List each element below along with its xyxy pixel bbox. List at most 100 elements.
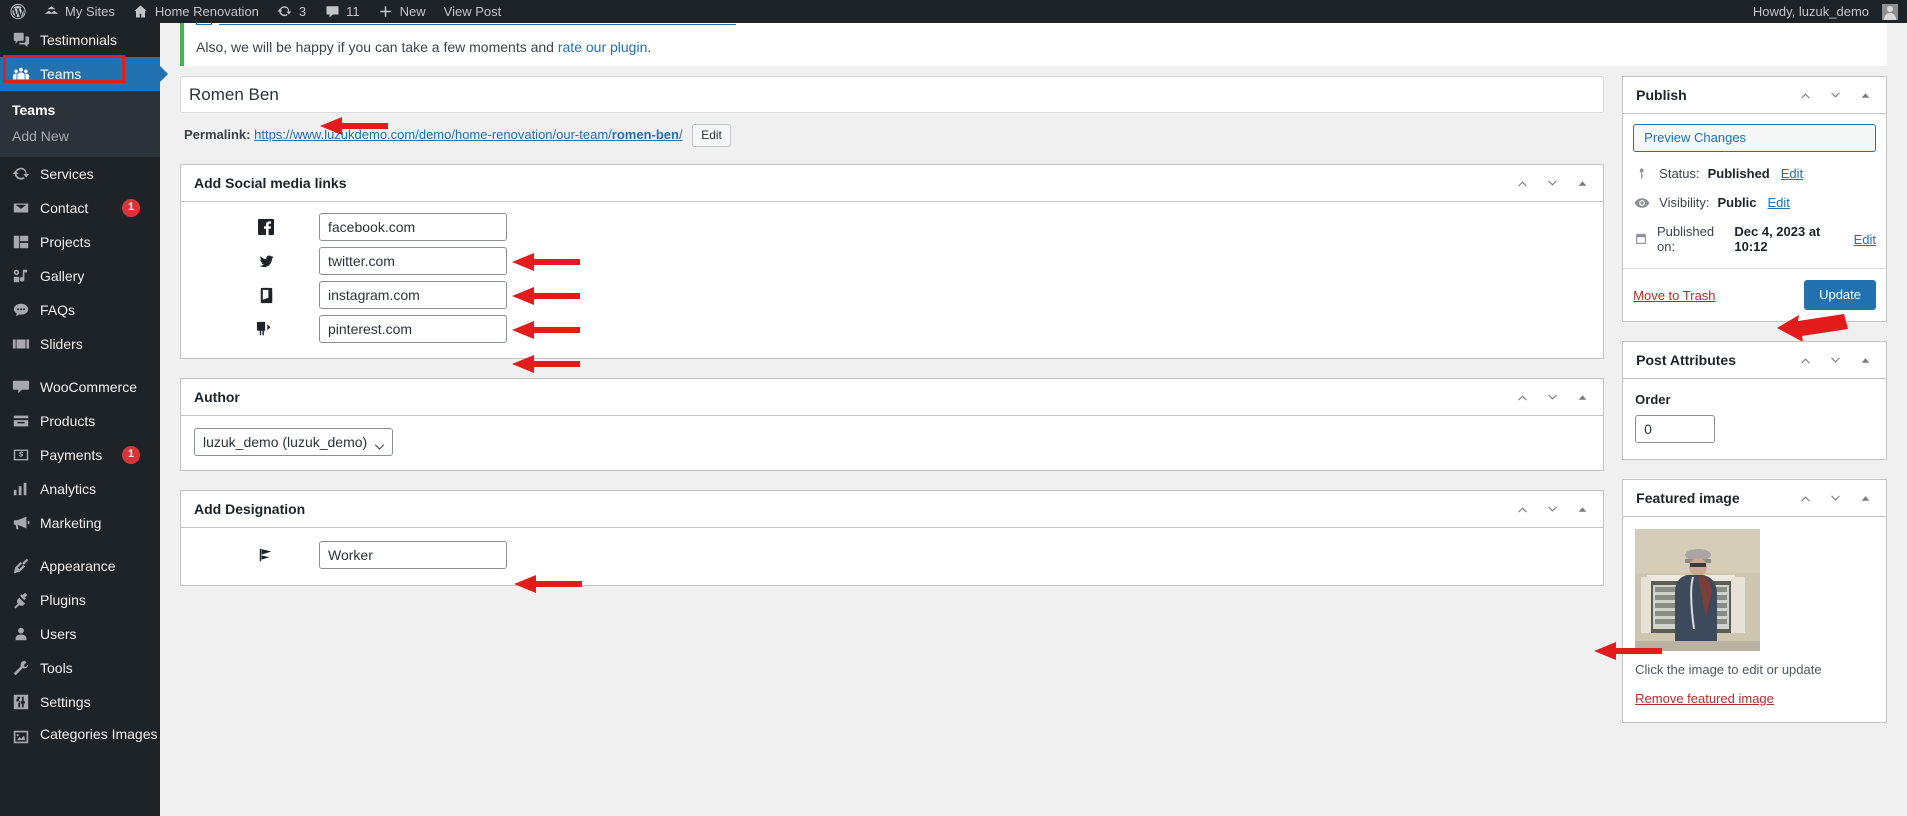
toggle-panel-icon[interactable] [1575, 390, 1589, 404]
payments-badge: 1 [122, 446, 140, 464]
updates-button[interactable]: 3 [268, 0, 315, 23]
sidebar-item-analytics[interactable]: Analytics [0, 472, 160, 506]
comments-count: 11 [346, 4, 360, 19]
toggle-panel-icon[interactable] [1858, 88, 1872, 102]
order-input[interactable] [1635, 415, 1716, 443]
sidebar-item-woocommerce[interactable]: WooCommerce [0, 370, 160, 404]
submenu-item-teams[interactable]: Teams [0, 97, 160, 123]
edit-visibility-link[interactable]: Edit [1768, 195, 1790, 210]
facebook-input[interactable] [319, 213, 507, 241]
products-icon [11, 411, 31, 431]
sliders-icon [11, 334, 31, 354]
sidebar-item-teams[interactable]: Teams [0, 57, 168, 91]
toggle-panel-icon[interactable] [1858, 491, 1872, 505]
toggle-panel-icon[interactable] [1858, 353, 1872, 367]
move-down-icon[interactable] [1545, 176, 1559, 190]
plugin-notice: Redirection for Contact Form 7 - check o… [180, 23, 1887, 66]
sidebar-item-services[interactable]: Services [0, 157, 160, 191]
pinterest-icon [254, 321, 278, 337]
attributes-handle-actions [1798, 353, 1878, 367]
move-down-icon[interactable] [1828, 88, 1842, 102]
appearance-icon [11, 556, 31, 576]
post-title-input[interactable] [180, 76, 1605, 113]
teams-icon [11, 64, 31, 84]
edit-published-link[interactable]: Edit [1854, 232, 1876, 247]
pin-icon [1633, 167, 1651, 181]
sidebar-item-sliders[interactable]: Sliders [0, 327, 160, 361]
instagram-input[interactable] [319, 281, 507, 309]
sidebar-item-label: Products [40, 412, 96, 429]
designation-metabox: Add Designation [180, 490, 1605, 586]
move-down-icon[interactable] [1545, 390, 1559, 404]
sidebar-item-appearance[interactable]: Appearance [0, 549, 160, 583]
sidebar-item-marketing[interactable]: Marketing [0, 506, 160, 540]
move-down-icon[interactable] [1828, 491, 1842, 505]
notice-link[interactable]: Redirection for Contact Form 7 - check o… [219, 23, 736, 26]
sidebar-item-payments[interactable]: Payments 1 [0, 438, 160, 472]
designation-input[interactable] [319, 541, 507, 569]
sidebar-item-gallery[interactable]: Gallery [0, 259, 160, 293]
pinterest-input[interactable] [319, 315, 507, 343]
wordpress-logo-button[interactable] [0, 0, 34, 23]
howdy-menu[interactable]: Howdy, luzuk_demo [1744, 0, 1907, 23]
featured-image-thumbnail[interactable] [1635, 529, 1761, 651]
move-to-trash-link[interactable]: Move to Trash [1633, 288, 1715, 303]
edit-permalink-button[interactable]: Edit [692, 124, 731, 147]
move-down-icon[interactable] [1828, 353, 1842, 367]
move-down-icon[interactable] [1545, 502, 1559, 516]
sidebar-item-label: Analytics [40, 480, 97, 497]
view-post-button[interactable]: View Post [435, 0, 511, 23]
gallery-icon [11, 266, 31, 286]
sidebar-item-label: Settings [40, 693, 91, 710]
remove-featured-image-link[interactable]: Remove featured image [1635, 691, 1874, 706]
author-select[interactable]: luzuk_demo (luzuk_demo) [194, 428, 393, 456]
sidebar-item-testimonials[interactable]: Testimonials [0, 23, 160, 57]
sidebar-item-label: Appearance [40, 557, 116, 574]
social-handle-actions [1515, 176, 1595, 190]
sidebar-item-products[interactable]: Products [0, 404, 160, 438]
sidebar-item-users[interactable]: Users [0, 617, 160, 651]
sidebar-item-faqs[interactable]: FAQs [0, 293, 160, 327]
move-up-icon[interactable] [1798, 491, 1812, 505]
sidebar-item-settings[interactable]: Settings [0, 685, 160, 719]
new-content-button[interactable]: New [369, 0, 435, 23]
notice-text-post: . [647, 39, 652, 55]
sidebar-item-projects[interactable]: Projects [0, 225, 160, 259]
comments-button[interactable]: 11 [315, 0, 369, 23]
submenu-item-add-new[interactable]: Add New [0, 123, 160, 149]
author-metabox-title: Author [194, 389, 240, 405]
rate-plugin-link[interactable]: rate our plugin [558, 39, 648, 55]
permalink: Permalink: https://www.luzukdemo.com/dem… [184, 124, 1604, 147]
title-area [180, 76, 1605, 113]
sidebar-item-contact[interactable]: Contact 1 [0, 191, 160, 225]
sidebar-item-categories-images[interactable]: Categories Images [0, 719, 160, 754]
sidebar-item-plugins[interactable]: Plugins [0, 583, 160, 617]
notice-line-2: Also, we will be happy if you can take a… [196, 39, 1875, 55]
site-name-menu[interactable]: Home Renovation [124, 0, 268, 23]
move-up-icon[interactable] [1515, 390, 1529, 404]
attributes-metabox-body: Order [1623, 379, 1886, 459]
account-area: Howdy, luzuk_demo [1744, 0, 1907, 23]
preview-changes-button[interactable]: Preview Changes [1633, 124, 1876, 152]
move-up-icon[interactable] [1798, 88, 1812, 102]
move-up-icon[interactable] [1798, 353, 1812, 367]
sidebar-item-label: Services [40, 165, 94, 182]
update-button[interactable]: Update [1804, 280, 1876, 310]
wordpress-logo-icon [10, 3, 26, 20]
move-up-icon[interactable] [1515, 176, 1529, 190]
toggle-panel-icon[interactable] [1575, 176, 1589, 190]
my-sites-menu[interactable]: My Sites [34, 0, 124, 23]
sidebar-item-tools[interactable]: Tools [0, 651, 160, 685]
edit-status-link[interactable]: Edit [1781, 166, 1803, 181]
social-field-row [194, 281, 1590, 309]
social-field-row [194, 213, 1590, 241]
my-sites-icon [43, 4, 59, 20]
twitter-input[interactable] [319, 247, 507, 275]
designation-handle-actions [1515, 502, 1595, 516]
publish-metabox: Publish Preview Changes Status: Publishe… [1622, 76, 1887, 322]
calendar-icon [1633, 232, 1649, 246]
permalink-link[interactable]: https://www.luzukdemo.com/demo/home-reno… [254, 127, 682, 142]
publish-major-actions: Move to Trash Update [1623, 268, 1886, 321]
move-up-icon[interactable] [1515, 502, 1529, 516]
toggle-panel-icon[interactable] [1575, 502, 1589, 516]
